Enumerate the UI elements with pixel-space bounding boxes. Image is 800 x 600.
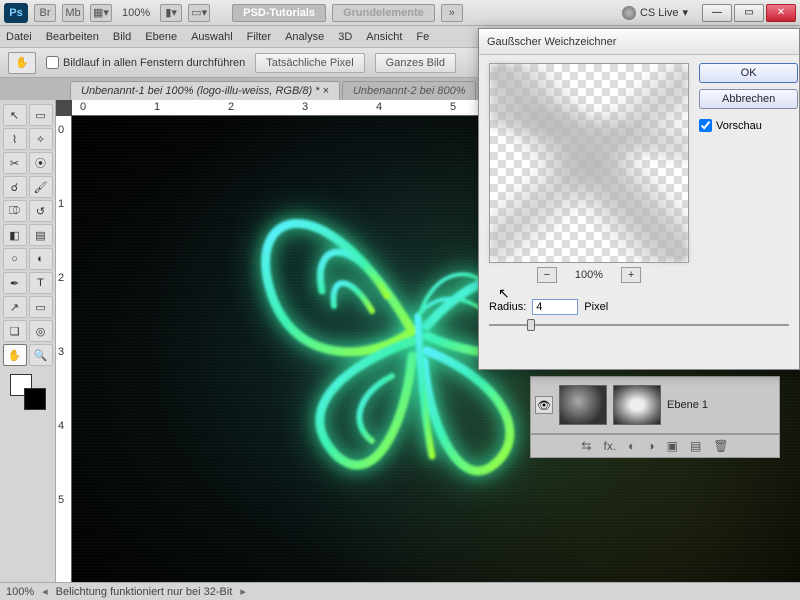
title-bar: Ps Br Mb ▦▾ 100% ▮▾ ▭▾ PSD-Tutorials Gru… [0,0,800,26]
menu-fenster[interactable]: Fe [416,31,429,43]
color-swatches[interactable] [8,372,48,412]
cslive-dot-icon [622,6,636,20]
type-tool[interactable]: T [29,272,53,294]
3d-camera-tool[interactable]: ◎ [29,320,53,342]
preview-checkbox-label: Vorschau [716,120,762,132]
menu-datei[interactable]: Datei [6,31,32,43]
path-tool[interactable]: ↗ [3,296,27,318]
stamp-tool[interactable]: ⎄ [3,200,27,222]
viewmode-icon[interactable]: ▦▾ [90,4,112,22]
dodge-tool[interactable]: ◐ [29,248,53,270]
bridge-icon[interactable]: Br [34,4,56,22]
close-icon[interactable]: × [323,85,329,97]
trash-icon[interactable]: 🗑 [713,439,728,453]
scroll-all-label: Bildlauf in allen Fenstern durchführen [63,57,245,69]
status-bar: 100% ◂ Belichtung funktioniert nur bei 3… [0,582,800,600]
radius-unit: Pixel [584,301,608,313]
radius-input[interactable] [532,299,578,315]
menu-3d[interactable]: 3D [338,31,352,43]
layer-name[interactable]: Ebene 1 [667,399,708,411]
menu-ansicht[interactable]: Ansicht [366,31,402,43]
status-message: Belichtung funktioniert nur bei 32-Bit [56,586,233,598]
toolbox: ↖▭ ⌇✧ ✂⦿ ☌🖌 ⎄↺ ◧▤ ○◐ ✒T ↗▭ ❏◎ ✋🔍 [0,100,56,582]
brush-tool[interactable]: 🖌 [29,176,53,198]
radius-slider[interactable] [489,317,789,333]
ok-button[interactable]: OK [699,63,798,83]
adjust-icon[interactable]: ◑ [647,439,654,453]
folder-icon[interactable]: ▣ [667,439,678,453]
slider-thumb[interactable] [527,319,535,331]
shape-tool[interactable]: ▭ [29,296,53,318]
preview-zoom: 100% [575,269,603,281]
link-icon[interactable]: ⇆ [581,439,591,453]
arrange-icon[interactable]: ▮▾ [160,4,182,22]
background-swatch[interactable] [24,388,46,410]
doc-tab-1[interactable]: Unbenannt-1 bei 100% (logo-illu-weiss, R… [70,81,340,100]
eraser-tool[interactable]: ◧ [3,224,27,246]
zoom-out-button[interactable]: − [537,267,557,283]
menu-filter[interactable]: Filter [247,31,271,43]
wand-tool[interactable]: ✧ [29,128,53,150]
workspace-overflow[interactable]: » [441,4,463,22]
preview-checkbox[interactable]: Vorschau [699,119,798,132]
blur-tool[interactable]: ○ [3,248,27,270]
zoom-tool[interactable]: 🔍 [29,344,53,366]
status-next-icon[interactable]: ▸ [240,585,246,598]
fit-screen-button[interactable]: Ganzes Bild [375,53,456,73]
newlayer-icon[interactable]: ▤ [690,439,701,453]
doc-tab-2[interactable]: Unbenannt-2 bei 800% [342,81,477,100]
gradient-tool[interactable]: ▤ [29,224,53,246]
app-logo: Ps [4,3,28,23]
heal-tool[interactable]: ☌ [3,176,27,198]
zoom-level[interactable]: 100% [118,7,154,19]
screenmode-icon[interactable]: ▭▾ [188,4,210,22]
window-maximize-button[interactable]: ▭ [734,4,764,22]
cs-live[interactable]: CS Live▾ [622,6,688,20]
workspace-tab-grund[interactable]: Grundelemente [332,4,435,22]
menu-analyse[interactable]: Analyse [285,31,324,43]
move-tool[interactable]: ↖ [3,104,27,126]
status-zoom[interactable]: 100% [6,586,34,598]
3d-tool[interactable]: ❏ [3,320,27,342]
workspace-tab-tutorials[interactable]: PSD-Tutorials [232,4,326,22]
status-prev-icon[interactable]: ◂ [42,585,48,598]
crop-tool[interactable]: ✂ [3,152,27,174]
menu-ebene[interactable]: Ebene [145,31,177,43]
filter-preview[interactable] [489,63,689,263]
window-minimize-button[interactable]: — [702,4,732,22]
history-brush-tool[interactable]: ↺ [29,200,53,222]
eyedropper-tool[interactable]: ⦿ [29,152,53,174]
hand-tool-icon[interactable]: ✋ [8,52,36,74]
zoom-in-button[interactable]: + [621,267,641,283]
gaussian-blur-dialog: Gaußscher Weichzeichner − 100% + OK Abbr… [478,28,800,370]
menu-bild[interactable]: Bild [113,31,131,43]
ruler-vertical: 012345 [56,116,72,582]
minibridge-icon[interactable]: Mb [62,4,84,22]
visibility-toggle[interactable]: 👁 [535,396,553,414]
marquee-tool[interactable]: ▭ [29,104,53,126]
cancel-button[interactable]: Abbrechen [699,89,798,109]
layers-row[interactable]: 👁 Ebene 1 [530,376,780,434]
hand-tool-slot[interactable]: ✋ [3,344,27,366]
menu-bearbeiten[interactable]: Bearbeiten [46,31,99,43]
radius-label: Radius: [489,301,526,313]
fx-icon[interactable]: fx. [603,439,616,453]
mask-icon[interactable]: ◐ [628,439,635,453]
scroll-all-checkbox[interactable]: Bildlauf in allen Fenstern durchführen [46,56,245,69]
window-close-button[interactable]: ✕ [766,4,796,22]
layer-thumb[interactable] [559,385,607,425]
lasso-tool[interactable]: ⌇ [3,128,27,150]
dialog-title: Gaußscher Weichzeichner [479,29,799,55]
pen-tool[interactable]: ✒ [3,272,27,294]
cs-live-label: CS Live [640,7,679,19]
actual-pixels-button[interactable]: Tatsächliche Pixel [255,53,364,73]
layer-mask-thumb[interactable] [613,385,661,425]
chevron-down-icon: ▾ [682,6,688,19]
menu-auswahl[interactable]: Auswahl [191,31,233,43]
layers-footer: ⇆ fx. ◐ ◑ ▣ ▤ 🗑 [530,434,780,458]
